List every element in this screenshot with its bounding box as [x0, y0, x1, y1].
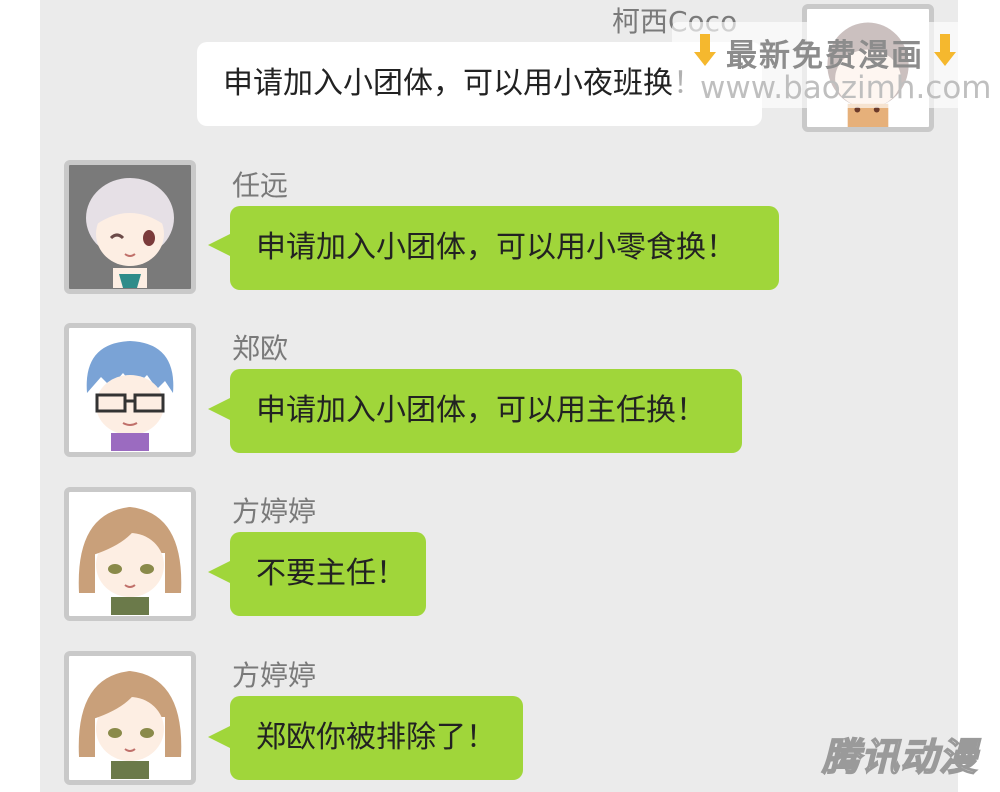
bubble-tail — [208, 561, 230, 583]
sender-name: 郑欧 — [232, 332, 289, 365]
renyuan-avatar-icon[interactable] — [64, 160, 196, 294]
message-bubble[interactable]: 申请加入小团体，可以用小零食换！ — [230, 206, 779, 290]
sender-name: 方婷婷 — [232, 659, 317, 692]
message-bubble[interactable]: 申请加入小团体，可以用主任换！ — [230, 369, 742, 453]
site-watermark: 最新免费漫画 www.baozimh.com — [672, 22, 992, 108]
sender-name: 方婷婷 — [232, 495, 317, 528]
pointing-hand-icon — [694, 34, 716, 66]
fangtingting-avatar-icon[interactable] — [64, 487, 196, 621]
sender-name: 任远 — [232, 169, 289, 202]
logo-watermark: 腾讯动漫 — [821, 734, 979, 780]
watermark-title: 最新免费漫画 — [726, 38, 924, 74]
bubble-tail — [208, 234, 230, 256]
bubble-tail — [208, 726, 230, 748]
fangtingting-avatar-icon[interactable] — [64, 651, 196, 785]
bubble-tail — [208, 398, 230, 420]
message-bubble[interactable]: 郑欧你被排除了！ — [230, 696, 523, 780]
message-bubble[interactable]: 不要主任！ — [230, 532, 426, 616]
pointing-hand-icon — [934, 34, 956, 66]
zhengou-avatar-icon[interactable] — [64, 323, 196, 457]
watermark-url: www.baozimh.com — [700, 70, 992, 106]
